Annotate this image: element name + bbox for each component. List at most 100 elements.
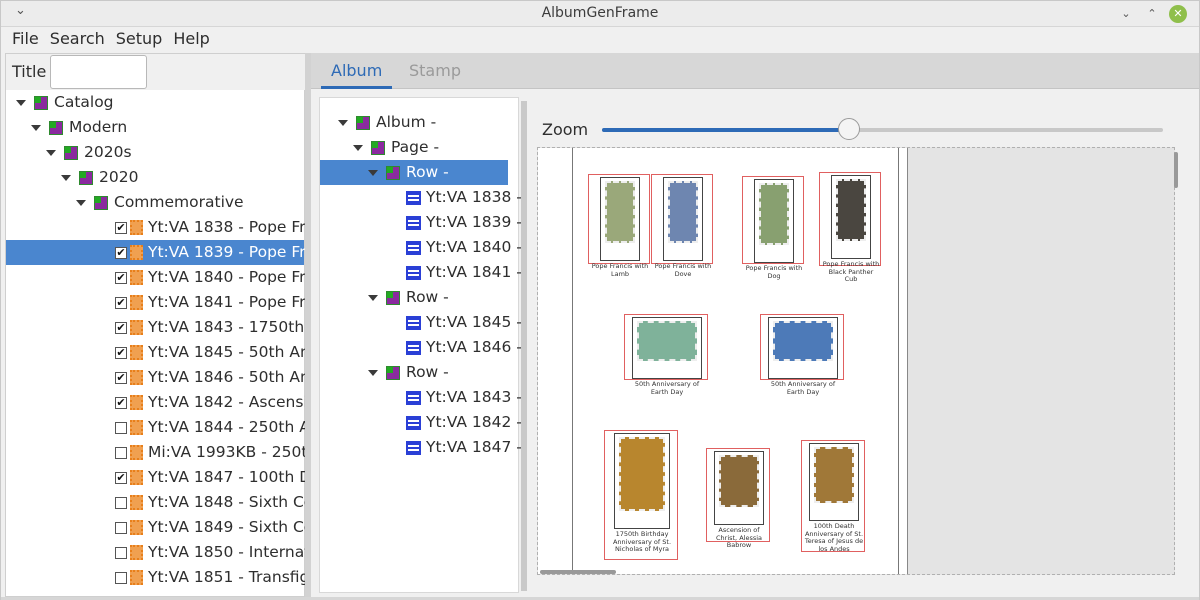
album-tree-stamp[interactable]: Yt:VA 1839 - <box>406 210 522 235</box>
folder-icon <box>49 120 63 135</box>
menu-help[interactable]: Help <box>173 27 209 48</box>
tree-stamp-item[interactable]: Yt:VA 1851 - Transfigu <box>6 565 319 590</box>
checkbox[interactable]: ✔ <box>115 321 127 334</box>
tree-stamp-item[interactable]: ✔ Yt:VA 1846 - 50th Anr <box>6 365 316 390</box>
tree-stamp-item[interactable]: ✔ Yt:VA 1840 - Pope Fra <box>6 265 315 290</box>
stamp-mount[interactable]: Pope Francis with Dove <box>651 174 713 277</box>
tree-stamp-item[interactable]: ✔ Yt:VA 1842 - Ascensio <box>6 390 317 415</box>
tree-stamp-item[interactable]: Mi:VA 1993KB - 250th <box>6 440 317 465</box>
stamp-image <box>836 179 866 241</box>
album-tree-stamp[interactable]: Yt:VA 1841 - <box>406 260 522 285</box>
checkbox[interactable]: ✔ <box>115 296 127 309</box>
stamp-mount[interactable]: 1750th Birthday Anniversary of St. Nicho… <box>604 430 678 560</box>
zoom-label: Zoom <box>542 120 589 139</box>
album-tree-stamp[interactable]: Yt:VA 1842 - <box>406 410 522 435</box>
expander-icon[interactable] <box>338 119 348 126</box>
horizontal-scrollbar[interactable] <box>540 570 616 574</box>
checkbox[interactable] <box>115 446 127 459</box>
tree-folder[interactable]: 2020 <box>61 165 138 190</box>
checkbox[interactable]: ✔ <box>115 396 127 409</box>
tree-stamp-item[interactable]: ✔ Yt:VA 1838 - Pope Fra <box>6 215 315 240</box>
album-tree-folder[interactable]: Row - <box>320 160 508 185</box>
album-splitter[interactable] <box>521 101 527 591</box>
checkbox[interactable]: ✔ <box>115 221 127 234</box>
expander-icon[interactable] <box>61 174 71 181</box>
stamp-mount[interactable]: Pope Francis with Lamb <box>588 174 650 277</box>
checkbox[interactable]: ✔ <box>115 471 127 484</box>
expander-icon[interactable] <box>353 144 363 151</box>
album-tree-stamp[interactable]: Yt:VA 1838 - <box>406 185 522 210</box>
tree-folder[interactable]: Catalog <box>16 90 114 115</box>
stamp-image <box>719 455 759 507</box>
tree-label: Row - <box>406 288 449 306</box>
checkbox[interactable] <box>115 421 127 434</box>
tree-stamp-item[interactable]: ✔ Yt:VA 1841 - Pope Fra <box>6 290 315 315</box>
checkbox[interactable] <box>115 571 127 584</box>
tree-stamp-item[interactable]: ✔ Yt:VA 1845 - 50th Anr <box>6 340 316 365</box>
stamp-icon <box>130 220 143 235</box>
folder-icon <box>371 140 385 155</box>
stamp-mount[interactable]: Pope Francis with Black Panther Cub <box>819 172 881 283</box>
tree-stamp-item[interactable]: Yt:VA 1850 - Internati <box>6 540 315 565</box>
stamp-frame-icon <box>406 415 421 430</box>
tree-stamp-item[interactable]: Yt:VA 1848 - Sixth Cer <box>6 490 320 515</box>
title-input[interactable] <box>50 55 147 89</box>
checkbox[interactable]: ✔ <box>115 271 127 284</box>
checkbox[interactable] <box>115 521 127 534</box>
zoom-slider-handle[interactable] <box>837 118 860 140</box>
checkbox[interactable]: ✔ <box>115 246 127 259</box>
album-tree-folder[interactable]: Page - <box>353 135 439 160</box>
album-tree-folder[interactable]: Row - <box>368 360 449 385</box>
tree-label: Yt:VA 1843 - <box>426 388 522 406</box>
stamp-image <box>759 183 789 245</box>
tree-stamp-item[interactable]: Yt:VA 1844 - 250th Ar <box>6 415 316 440</box>
page-canvas[interactable]: Pope Francis with Lamb Pope Francis with … <box>537 147 1178 575</box>
album-tree-stamp[interactable]: Yt:VA 1845 - <box>406 310 522 335</box>
stamp-frame-icon <box>406 240 421 255</box>
expander-icon[interactable] <box>368 169 378 176</box>
stamp-mount[interactable]: 50th Anniversary of Earth Day <box>760 314 844 395</box>
stamp-mount[interactable]: Pope Francis with Dog <box>742 176 804 279</box>
album-tree-folder[interactable]: Row - <box>368 285 449 310</box>
tree-label: Catalog <box>54 93 114 111</box>
menu-search[interactable]: Search <box>50 27 105 48</box>
tree-stamp-item[interactable]: ✔ Yt:VA 1843 - 1750th B <box>6 315 320 340</box>
checkbox[interactable]: ✔ <box>115 346 127 359</box>
stamp-icon <box>130 520 143 535</box>
album-tree-stamp[interactable]: Yt:VA 1846 - <box>406 335 522 360</box>
tree-folder[interactable]: 2020s <box>46 140 132 165</box>
vertical-scrollbar[interactable] <box>1174 152 1178 188</box>
expander-icon[interactable] <box>368 294 378 301</box>
tree-folder[interactable]: Modern <box>31 115 127 140</box>
close-icon[interactable]: ✕ <box>1169 5 1187 23</box>
tree-stamp-item[interactable]: Yt:VA 1849 - Sixth Cer <box>6 515 320 540</box>
tree-folder[interactable]: Commemorative <box>76 190 244 215</box>
tab-stamp[interactable]: Stamp <box>399 53 471 89</box>
tree-label: Yt:VA 1839 - Pope Fra <box>148 243 316 261</box>
album-tree-stamp[interactable]: Yt:VA 1843 - <box>406 385 522 410</box>
album-pane: Album Stamp Album - Page - Row - Yt:VA 1838… <box>311 53 1199 597</box>
checkbox[interactable] <box>115 546 127 559</box>
expander-icon[interactable] <box>31 124 41 131</box>
album-tree-folder[interactable]: Album - <box>338 110 436 135</box>
minimize-icon[interactable]: ⌄ <box>1117 5 1135 23</box>
menu-file[interactable]: File <box>12 27 39 48</box>
album-tree-stamp[interactable]: Yt:VA 1840 - <box>406 235 522 260</box>
stamp-mount[interactable]: Ascension of Christ, Alessia Babrow <box>706 448 770 549</box>
maximize-icon[interactable]: ⌃ <box>1143 5 1161 23</box>
tab-album[interactable]: Album <box>321 53 393 89</box>
checkbox[interactable] <box>115 496 127 509</box>
album-tree-stamp[interactable]: Yt:VA 1847 - <box>406 435 522 460</box>
menu-setup[interactable]: Setup <box>116 27 163 48</box>
expander-icon[interactable] <box>368 369 378 376</box>
tree-label: Yt:VA 1840 - <box>426 238 522 256</box>
expander-icon[interactable] <box>76 199 86 206</box>
expander-icon[interactable] <box>46 149 56 156</box>
stamp-mount[interactable]: 100th Death Anniversary of St. Teresa of… <box>801 440 865 552</box>
tree-stamp-item[interactable]: ✔ Yt:VA 1839 - Pope Fra <box>6 240 315 265</box>
stamp-mount[interactable]: 50th Anniversary of Earth Day <box>624 314 708 395</box>
zoom-slider[interactable] <box>602 128 1163 132</box>
checkbox[interactable]: ✔ <box>115 371 127 384</box>
tree-stamp-item[interactable]: ✔ Yt:VA 1847 - 100th De <box>6 465 321 490</box>
expander-icon[interactable] <box>16 99 26 106</box>
